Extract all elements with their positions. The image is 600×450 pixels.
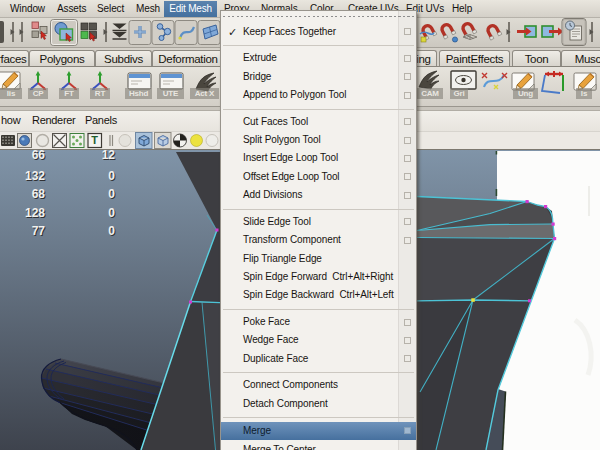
svg-text:T: T: [91, 134, 98, 146]
